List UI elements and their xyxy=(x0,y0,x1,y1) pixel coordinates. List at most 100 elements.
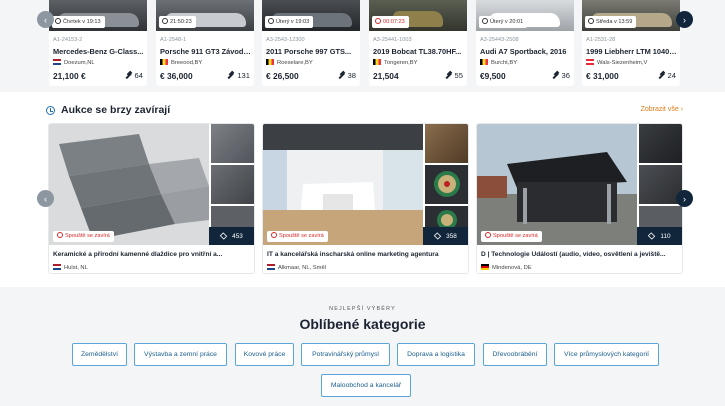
lot-bids: 64 xyxy=(125,71,143,80)
auction-title[interactable]: D | Technologie Událostí (audio, video, … xyxy=(481,251,681,258)
category-chip-vystavba[interactable]: Výstavba a zemní práce xyxy=(134,343,227,366)
lot-id: A1-24153-2 xyxy=(53,37,83,43)
lot-card[interactable]: Úterý v 20:01 A3-25443-2508 Audi A7 Spor… xyxy=(476,0,574,86)
clock-icon xyxy=(162,18,168,24)
category-chip-drevoobrabeni[interactable]: Dřevoobrábění xyxy=(483,343,547,366)
clock-icon xyxy=(268,18,274,24)
closing-badge-text: Spouště se zavírá xyxy=(493,233,538,239)
lot-location-text: Breeood,BY xyxy=(171,60,203,66)
auction-location: Alkmaar, NL, Směl xyxy=(267,264,326,271)
auction-title[interactable]: Keramické a přírodní kamenné dlaždice pr… xyxy=(53,251,253,258)
closing-carousel-prev-button[interactable]: ‹ xyxy=(37,190,54,207)
category-chip-kovove-prace[interactable]: Kovové práce xyxy=(235,343,294,366)
category-chip-maloobchod[interactable]: Maloobchod a kancelář xyxy=(321,374,411,397)
lot-image[interactable]: Středa v 13:59 xyxy=(582,0,680,31)
lot-time: 00:07:23 xyxy=(372,16,409,28)
auction-thumb[interactable] xyxy=(211,206,254,227)
lot-bids: 38 xyxy=(338,71,356,80)
chevron-left-icon: ‹ xyxy=(44,14,47,25)
lot-time-text: Úterý v 20:01 xyxy=(490,19,524,25)
lot-title[interactable]: Mercedes-Benz G-Class... xyxy=(53,47,145,56)
lot-title[interactable]: 1999 Liebherr LTM 1040/1... xyxy=(586,47,678,56)
flag-at-icon xyxy=(586,59,594,65)
auction-title[interactable]: IT a kancelářská inscharská online marke… xyxy=(267,251,467,258)
lot-price: 21,504 xyxy=(373,71,399,81)
lot-card[interactable]: Středa v 13:59 A1-2531-28 1999 Liebherr … xyxy=(582,0,680,86)
lot-location-text: Tongeren,BY xyxy=(384,60,418,66)
lot-image[interactable]: Úterý v 20:01 xyxy=(476,0,574,31)
auction-thumb[interactable] xyxy=(639,206,682,227)
lot-location: Breeood,BY xyxy=(160,59,202,66)
gavel-icon xyxy=(125,72,132,79)
lot-bids-count: 24 xyxy=(667,71,676,80)
lot-title[interactable]: 2011 Porsche 997 GTS... xyxy=(266,47,358,56)
flag-be-icon xyxy=(266,59,274,65)
top-carousel-prev-button[interactable]: ‹ xyxy=(37,11,54,28)
auction-card[interactable]: 453 Spouště se zavírá Keramické a přírod… xyxy=(48,123,255,274)
lot-price: € 31,000 xyxy=(586,71,619,81)
flag-nl-icon xyxy=(53,264,61,270)
photo-count-text: 453 xyxy=(232,232,243,240)
flag-nl-icon xyxy=(267,264,275,270)
lot-card[interactable]: 21:50:23 A1-2548-1 Porsche 911 GT3 Závod… xyxy=(156,0,254,86)
photo-count: 110 xyxy=(637,227,682,245)
auction-thumb[interactable] xyxy=(425,165,468,204)
auction-main-image[interactable] xyxy=(263,124,423,245)
lot-price: € 26,500 xyxy=(266,71,299,81)
auction-main-image[interactable] xyxy=(477,124,637,245)
lot-time-text: Úterý v 19:03 xyxy=(276,19,310,25)
lot-image[interactable]: 21:50:23 xyxy=(156,0,254,31)
auction-card[interactable]: 358 Spouště se zavírá IT a kancelářská i… xyxy=(262,123,469,274)
lot-card[interactable]: 00:07:23 A3-25441-1003 2019 Bobcat TL38.… xyxy=(369,0,467,86)
auction-thumb[interactable] xyxy=(639,124,682,163)
closing-carousel-next-button[interactable]: › xyxy=(676,190,693,207)
photo-count: 358 xyxy=(423,227,468,245)
lot-time: Čtvrtek v 19:13 xyxy=(52,16,105,28)
chevron-right-icon: › xyxy=(683,14,686,25)
chevron-left-icon: ‹ xyxy=(44,193,47,204)
top-carousel-next-button[interactable]: › xyxy=(676,11,693,28)
lot-title[interactable]: 2019 Bobcat TL38.70HF... xyxy=(373,47,465,56)
lot-title[interactable]: Audi A7 Sportback, 2016 xyxy=(480,47,572,56)
clock-icon xyxy=(482,18,488,24)
category-chip-zemedelstvi[interactable]: Zemědělství xyxy=(72,343,127,366)
lot-id: A3-2543-12300 xyxy=(266,37,305,43)
auction-thumb[interactable] xyxy=(211,165,254,204)
lot-bids: 24 xyxy=(658,71,676,80)
categories-eyebrow: NEJLEPŠÍ VÝBĚRY xyxy=(329,306,396,312)
lot-image[interactable]: 00:07:23 xyxy=(369,0,467,31)
categories-title: Oblíbené kategorie xyxy=(299,316,426,332)
lot-time: Středa v 13:59 xyxy=(585,16,637,28)
auction-location-text: Hulst, NL xyxy=(64,265,88,271)
lot-id: A1-2531-28 xyxy=(586,37,616,43)
gavel-icon xyxy=(338,72,345,79)
auction-card[interactable]: 110 Spouště se zavírá D | Technologie Ud… xyxy=(476,123,683,274)
gavel-icon xyxy=(552,72,559,79)
lot-bids-count: 36 xyxy=(561,71,570,80)
lot-location-text: Wals-Siezenheim,V xyxy=(597,60,648,66)
lot-time-text: Čtvrtek v 19:13 xyxy=(63,19,101,25)
lot-time: Úterý v 20:01 xyxy=(479,16,528,28)
section-title: Aukce se brzy zavírají xyxy=(61,104,171,116)
lot-bids-count: 55 xyxy=(454,71,463,80)
clock-icon xyxy=(271,232,277,238)
flag-de-icon xyxy=(481,264,489,270)
category-chip-potravinarsky[interactable]: Potravinářský průmysl xyxy=(301,343,390,366)
closing-badge: Spouště se zavírá xyxy=(481,231,542,242)
auction-thumb[interactable] xyxy=(425,206,468,230)
category-chip-doprava[interactable]: Doprava a logistika xyxy=(397,343,475,366)
lot-image[interactable]: Úterý v 19:03 xyxy=(262,0,360,31)
lot-location: Doezum,NL xyxy=(53,59,95,66)
auction-thumb[interactable] xyxy=(425,124,468,163)
lot-location: Wals-Siezenheim,V xyxy=(586,59,647,66)
see-all-link[interactable]: Zobrazit vše › xyxy=(641,106,683,113)
photo-count-text: 110 xyxy=(660,232,671,240)
lot-card[interactable]: Úterý v 19:03 A3-2543-12300 2011 Porsche… xyxy=(262,0,360,86)
lot-image[interactable]: Čtvrtek v 19:13 xyxy=(49,0,147,31)
auction-thumb[interactable] xyxy=(211,124,254,163)
lot-card[interactable]: Čtvrtek v 19:13 A1-24153-2 Mercedes-Benz… xyxy=(49,0,147,86)
lot-title[interactable]: Porsche 911 GT3 Závodní... xyxy=(160,47,252,56)
clock-icon xyxy=(55,18,61,24)
category-chip-vice-kategorii[interactable]: Více průmyslových kategorií xyxy=(554,343,659,366)
auction-main-image[interactable] xyxy=(49,124,209,245)
